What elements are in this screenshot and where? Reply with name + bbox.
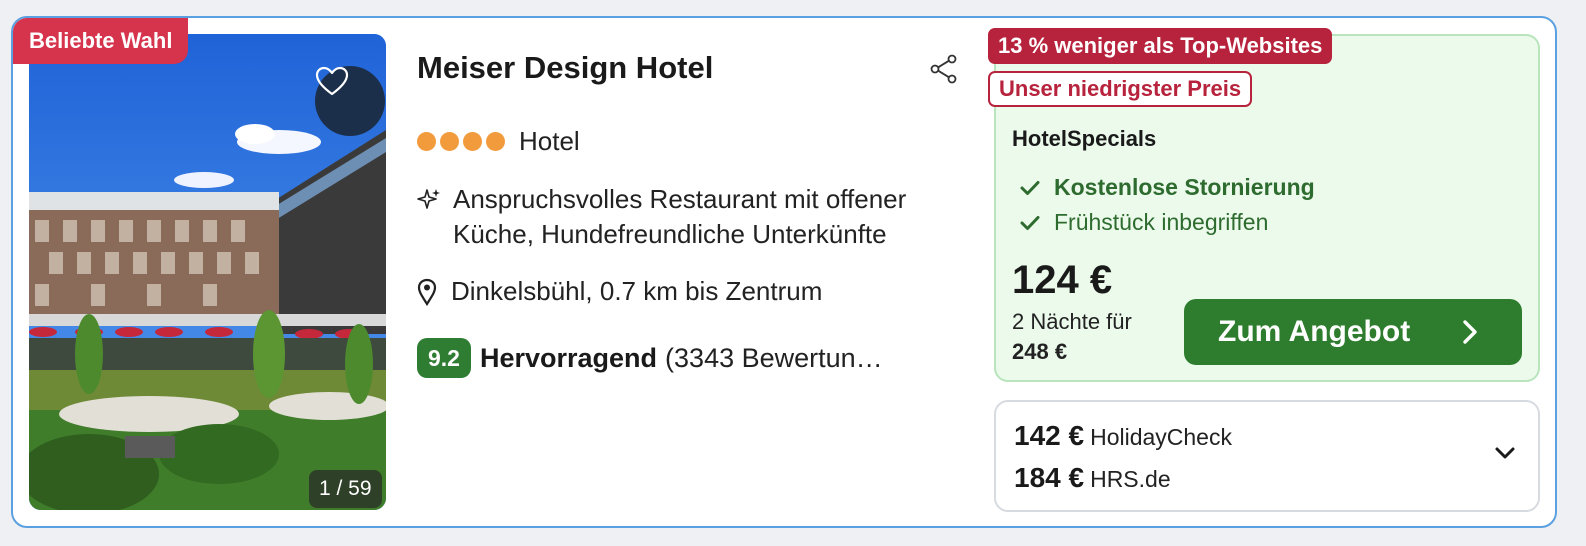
- offer-provider: HRS.de: [1090, 466, 1171, 492]
- features-text: Anspruchsvolles Restaurant mit offener K…: [453, 184, 907, 249]
- nightly-price: 124 €: [1012, 258, 1113, 302]
- offer-row[interactable]: 184 € HRS.de: [1014, 462, 1171, 494]
- deal-provider: HotelSpecials: [1012, 126, 1157, 151]
- hotel-photo[interactable]: 1 / 59: [29, 34, 386, 510]
- star-dot: [440, 132, 459, 151]
- nights-label: 2 Nächte für: [1012, 309, 1132, 334]
- other-offers[interactable]: 142 € HolidayCheck 184 € HRS.de: [994, 400, 1540, 512]
- lowest-price-badge: Unser niedrigster Preis: [988, 71, 1253, 107]
- location-text: Dinkelsbühl, 0.7 km bis Zentrum: [451, 276, 823, 306]
- check-icon: [1020, 180, 1040, 195]
- total-price: 248 €: [1012, 339, 1068, 364]
- hotel-name[interactable]: Meiser Design Hotel: [417, 50, 713, 86]
- rating-score: 9.2: [417, 338, 471, 378]
- chevron-down-icon[interactable]: [1494, 446, 1516, 460]
- chevron-right-icon: [1463, 320, 1477, 344]
- offer-row[interactable]: 142 € HolidayCheck: [1014, 420, 1232, 452]
- star-dot: [486, 132, 505, 151]
- heart-icon: [315, 66, 349, 96]
- favorite-button[interactable]: [315, 66, 385, 136]
- hotel-card[interactable]: 1 / 59 Beliebte Wahl Meiser Design Hotel…: [11, 16, 1557, 528]
- location-row: Dinkelsbühl, 0.7 km bis Zentrum: [417, 276, 822, 307]
- offer-price: 184 €: [1014, 462, 1085, 493]
- gallery-counter: 1 / 59: [309, 470, 382, 508]
- property-type: Hotel: [519, 126, 580, 156]
- share-icon: [930, 54, 957, 84]
- review-rating[interactable]: 9.2 Hervorragend (3343 Bewertun…: [417, 338, 883, 378]
- view-deal-label: Zum Angebot: [1218, 315, 1411, 348]
- rating-label: Hervorragend: [479, 342, 658, 373]
- check-icon: [1020, 215, 1040, 230]
- star-dot: [463, 132, 482, 151]
- view-deal-button[interactable]: Zum Angebot: [1184, 299, 1522, 365]
- perk-free-cancellation: Kostenlose Stornierung: [1020, 174, 1315, 201]
- share-button[interactable]: [929, 54, 959, 89]
- offer-provider: HolidayCheck: [1090, 424, 1232, 450]
- savings-badge: 13 % weniger als Top-Websites: [988, 28, 1333, 64]
- feature-row: Anspruchsvolles Restaurant mit offener K…: [417, 182, 973, 252]
- perk-breakfast: Frühstück inbegriffen: [1020, 209, 1268, 236]
- popular-badge: Beliebte Wahl: [13, 18, 189, 64]
- perk-label: Kostenlose Stornierung: [1054, 174, 1315, 200]
- sparkle-icon: [417, 189, 440, 209]
- offer-price: 142 €: [1014, 420, 1085, 451]
- star-dot: [417, 132, 436, 151]
- review-count: (3343 Bewertun…: [665, 342, 883, 373]
- map-pin-icon: [417, 278, 437, 306]
- perk-label: Frühstück inbegriffen: [1054, 209, 1269, 235]
- star-rating: Hotel: [417, 126, 580, 157]
